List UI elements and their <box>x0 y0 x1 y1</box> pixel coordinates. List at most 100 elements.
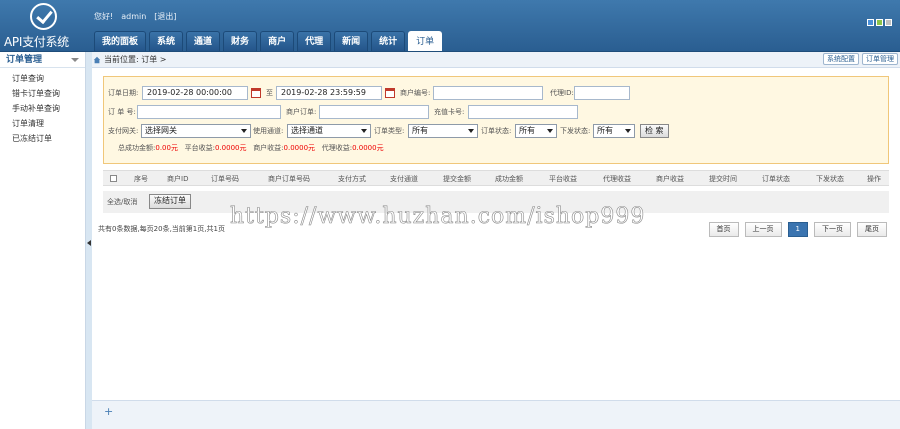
col-pay-method: 支付方式 <box>338 175 366 183</box>
merchant-order-label: 商户订单: <box>286 108 317 116</box>
channel-label: 使用通道: <box>253 127 284 135</box>
card-no-input[interactable] <box>468 105 578 119</box>
logout-link[interactable]: [退出] <box>154 12 176 21</box>
main-content: 当前位置: 订单 > 系统配置 订单管理 订单日期: 2019-02-28 00… <box>92 52 900 429</box>
nav-tab-stats[interactable]: 统计 <box>371 31 406 51</box>
col-notify-status: 下发状态 <box>816 175 844 183</box>
agent-income-value: 0.0000元 <box>352 144 384 152</box>
col-merchant-order-no: 商户订单号码 <box>268 175 310 183</box>
date-to-input[interactable]: 2019-02-28 23:59:59 <box>276 86 382 100</box>
status-select[interactable]: 所有 <box>515 124 557 138</box>
logo: API支付系统 <box>0 0 88 52</box>
notify-select[interactable]: 所有 <box>593 124 635 138</box>
col-order-no: 订单号码 <box>211 175 239 183</box>
nav-tab-merchant[interactable]: 商户 <box>260 31 295 51</box>
agent-income-label: 代理收益: <box>321 144 353 152</box>
gateway-select[interactable]: 选择网关 <box>141 124 251 138</box>
col-agent-income: 代理收益 <box>603 175 631 183</box>
greeting: 您好! admin [退出] <box>94 11 185 22</box>
skin-blue-button[interactable] <box>867 19 874 26</box>
agent-id-input[interactable] <box>574 86 630 100</box>
col-pay-channel: 支付通道 <box>390 175 418 183</box>
footer-bar: + <box>92 400 900 429</box>
col-submit-amount: 提交金额 <box>443 175 471 183</box>
notify-label: 下发状态: <box>560 127 591 135</box>
col-index: 序号 <box>134 175 148 183</box>
search-button[interactable]: 检 索 <box>640 124 669 138</box>
nav-tab-news[interactable]: 新闻 <box>334 31 369 51</box>
select-all-toggle[interactable]: 全选/取消 <box>107 197 137 207</box>
success-amount-value: 0.00元 <box>155 144 178 152</box>
current-page-button[interactable]: 1 <box>787 222 808 237</box>
col-merchant-id: 商户ID <box>167 175 189 183</box>
main-nav: 我的面板 系统 通道 财务 商户 代理 新闻 统计 订单 <box>94 31 443 51</box>
top-bar: API支付系统 您好! admin [退出] 我的面板 系统 通道 财务 商户 代理… <box>0 0 900 52</box>
home-icon <box>93 56 101 64</box>
breadcrumb-text: 当前位置: 订单 > <box>104 55 167 64</box>
check-circle-icon <box>30 3 57 30</box>
sidebar-item-frozen-orders[interactable]: 已冻结订单 <box>0 131 85 146</box>
gateway-label: 支付网关: <box>108 127 139 135</box>
sidebar-item-manual-fill-query[interactable]: 手动补单查询 <box>0 101 85 116</box>
sidebar: 订单管理 订单查询 错卡订单查询 手动补单查询 订单清理 已冻结订单 <box>0 52 86 429</box>
skin-switcher <box>867 19 892 26</box>
platform-income-label: 平台收益: <box>184 144 215 152</box>
table-header: 序号 商户ID 订单号码 商户订单号码 支付方式 支付通道 提交金额 成功金额 … <box>103 170 889 186</box>
agent-id-label: 代理ID: <box>550 89 574 97</box>
summary-line: 总成功金额:0.00元 平台收益:0.0000元 商户收益:0.0000元 代理… <box>118 143 384 153</box>
collapse-left-icon <box>87 240 91 246</box>
nav-tab-orders[interactable]: 订单 <box>408 31 443 51</box>
order-no-input[interactable] <box>137 105 281 119</box>
select-all-checkbox[interactable] <box>110 175 117 182</box>
username: admin <box>121 12 147 21</box>
success-amount-label: 总成功金额: <box>118 144 156 152</box>
merchant-no-input[interactable] <box>433 86 543 100</box>
nav-tab-agent[interactable]: 代理 <box>297 31 332 51</box>
merchant-income-label: 商户收益: <box>253 144 284 152</box>
nav-tab-dashboard[interactable]: 我的面板 <box>94 31 147 51</box>
status-label: 订单状态: <box>481 127 512 135</box>
type-select[interactable]: 所有 <box>408 124 478 138</box>
prev-page-button[interactable]: 上一页 <box>744 222 782 237</box>
first-page-button[interactable]: 首页 <box>708 222 739 237</box>
greeting-label: 您好! <box>94 12 114 21</box>
table-ops: 全选/取消 冻结订单 <box>103 191 889 213</box>
sidebar-item-order-query[interactable]: 订单查询 <box>0 71 85 86</box>
calendar-icon[interactable] <box>385 88 395 98</box>
card-no-label: 充值卡号: <box>434 108 465 116</box>
date-from-input[interactable]: 2019-02-28 00:00:00 <box>142 86 248 100</box>
sidebar-title: 订单管理 <box>6 55 43 65</box>
pagination-info: 共有0条数据,每页20条,当前第1页,共1页 <box>98 225 225 233</box>
platform-income-value: 0.0000元 <box>215 144 247 152</box>
next-page-button[interactable]: 下一页 <box>814 222 851 237</box>
chevron-down-icon <box>71 58 79 62</box>
filter-panel: 订单日期: 2019-02-28 00:00:00 至 2019-02-28 2… <box>103 76 889 164</box>
logo-text: API支付系统 <box>4 35 69 49</box>
calendar-icon[interactable] <box>251 88 261 98</box>
system-config-button[interactable]: 系统配置 <box>823 53 859 65</box>
order-manage-button[interactable]: 订单管理 <box>862 53 898 65</box>
merchant-order-input[interactable] <box>319 105 429 119</box>
merchant-no-label: 商户编号: <box>400 89 431 97</box>
col-actions: 操作 <box>867 175 881 183</box>
skin-gray-button[interactable] <box>885 19 892 26</box>
sidebar-item-order-cleanup[interactable]: 订单清理 <box>0 116 85 131</box>
nav-tab-channel[interactable]: 通道 <box>186 31 221 51</box>
sidebar-item-error-card-query[interactable]: 错卡订单查询 <box>0 86 85 101</box>
pagination: 首页 上一页 1 下一页 尾页 <box>708 222 887 237</box>
last-page-button[interactable]: 尾页 <box>857 222 887 237</box>
col-success-amount: 成功金额 <box>495 175 523 183</box>
col-order-status: 订单状态 <box>762 175 790 183</box>
sidebar-header[interactable]: 订单管理 <box>0 52 85 68</box>
nav-tab-system[interactable]: 系统 <box>149 31 184 51</box>
col-merchant-income: 商户收益 <box>656 175 684 183</box>
plus-icon[interactable]: + <box>104 405 113 418</box>
col-platform-income: 平台收益 <box>549 175 577 183</box>
col-submit-time: 提交时间 <box>709 175 737 183</box>
type-label: 订单类型: <box>374 127 405 135</box>
skin-green-button[interactable] <box>876 19 883 26</box>
channel-select[interactable]: 选择通道 <box>287 124 371 138</box>
merchant-income-value: 0.0000元 <box>283 144 316 152</box>
nav-tab-finance[interactable]: 财务 <box>223 31 258 51</box>
freeze-order-button[interactable]: 冻结订单 <box>149 194 191 209</box>
